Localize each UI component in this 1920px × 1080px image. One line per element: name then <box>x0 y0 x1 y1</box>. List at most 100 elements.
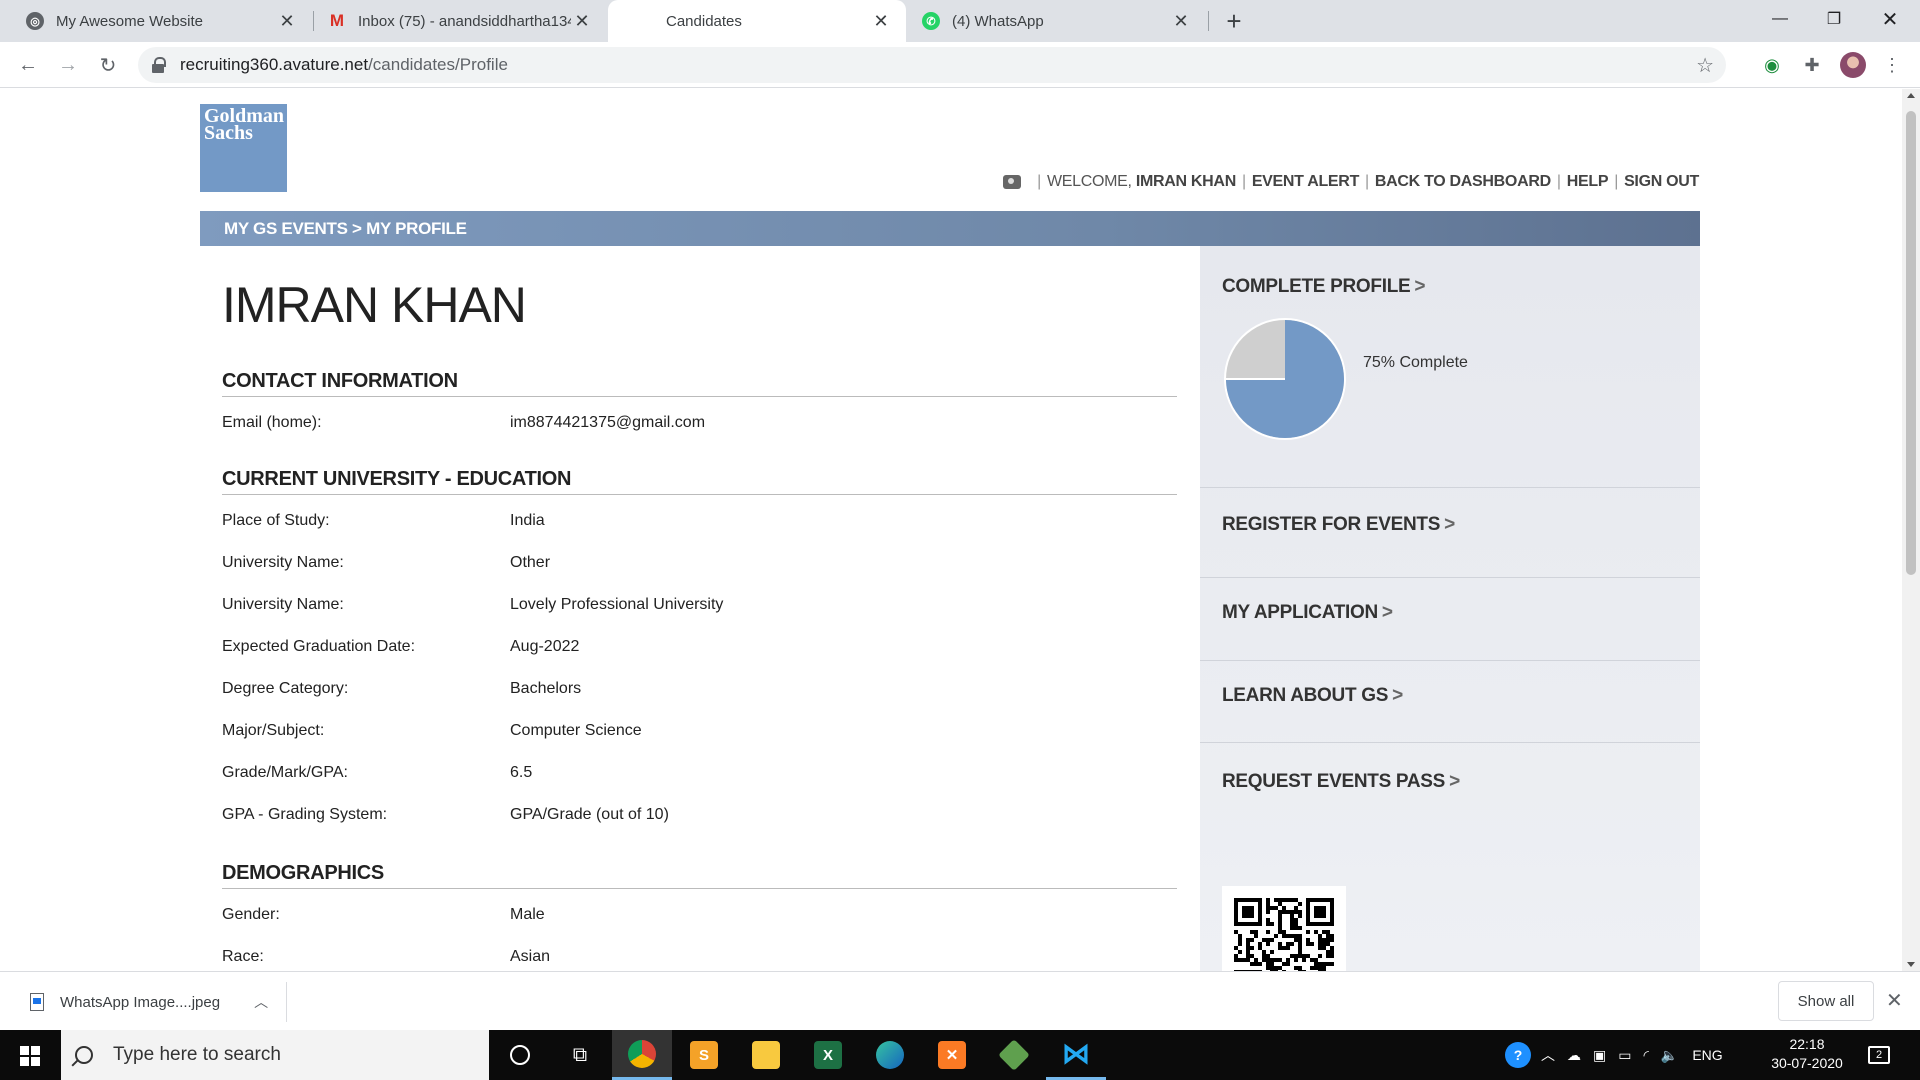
qr-module <box>1270 950 1274 954</box>
camera-icon[interactable] <box>1003 175 1022 189</box>
qr-module <box>1274 934 1278 938</box>
close-icon[interactable]: ✕ <box>571 11 593 32</box>
nav-divider: | <box>1365 173 1369 190</box>
qr-module <box>1310 958 1314 962</box>
close-window-button[interactable]: ✕ <box>1860 0 1920 38</box>
learn-about-gs-link[interactable]: LEARN ABOUT GS > <box>1222 685 1403 707</box>
taskbar-nodejs[interactable] <box>984 1030 1044 1080</box>
qr-module <box>1278 898 1282 902</box>
qr-module <box>1258 942 1262 946</box>
breadcrumb[interactable]: MY GS EVENTS > MY PROFILE <box>200 211 1700 246</box>
taskbar-search[interactable]: Type here to search <box>61 1030 489 1080</box>
field-label: Email (home): <box>222 414 322 431</box>
tab-my-awesome-website[interactable]: ◎ My Awesome Website ✕ <box>12 0 312 42</box>
scroll-up-arrow[interactable] <box>1907 93 1915 98</box>
qr-module <box>1278 958 1282 962</box>
restore-button[interactable]: ❐ <box>1804 0 1864 38</box>
qr-module <box>1306 930 1310 934</box>
profile-avatar[interactable] <box>1840 52 1866 78</box>
qr-module <box>1246 958 1250 962</box>
extensions-puzzle-icon[interactable]: ✚ <box>1800 53 1824 77</box>
taskbar-xampp[interactable]: ✕ <box>922 1030 982 1080</box>
notification-center[interactable]: 2 <box>1868 1030 1890 1080</box>
my-application-link[interactable]: MY APPLICATION > <box>1222 602 1393 624</box>
meet-now-icon[interactable]: ▣ <box>1593 1047 1606 1064</box>
windows-start-icon[interactable] <box>20 1046 40 1066</box>
goldman-sachs-logo[interactable]: Goldman Sachs <box>200 104 287 192</box>
qr-module <box>1330 946 1334 950</box>
scroll-down-arrow[interactable] <box>1907 962 1915 967</box>
chevron-up-icon[interactable]: ︿ <box>1541 1045 1555 1065</box>
register-for-events-link[interactable]: REGISTER FOR EVENTS > <box>1222 514 1455 536</box>
extension-shield-icon[interactable]: ◉ <box>1760 53 1784 77</box>
forward-arrow-icon[interactable]: → <box>52 49 84 81</box>
qr-module <box>1314 966 1318 970</box>
clock-time: 22:18 <box>1789 1036 1825 1052</box>
page-viewport: Goldman Sachs | WELCOME, IMRAN KHAN | EV… <box>0 89 1902 971</box>
tab-whatsapp[interactable]: ✆ (4) WhatsApp ✕ <box>908 0 1206 42</box>
qr-module <box>1318 934 1322 938</box>
event-alert-link[interactable]: EVENT ALERT <box>1252 173 1360 191</box>
help-icon[interactable]: ? <box>1505 1042 1531 1068</box>
qr-module <box>1326 942 1330 946</box>
tab-gmail-inbox[interactable]: M Inbox (75) - anandsiddhartha134 ✕ <box>314 0 607 42</box>
profile-row: Grade/Mark/GPA: 6.5 <box>222 764 1177 782</box>
download-item[interactable]: WhatsApp Image....jpeg ︿ <box>20 982 287 1022</box>
qr-module <box>1262 954 1266 958</box>
taskbar-excel[interactable]: X <box>798 1030 858 1080</box>
chevron-up-icon[interactable]: ︿ <box>254 992 268 1012</box>
qr-module <box>1294 922 1298 926</box>
taskbar-sublime[interactable]: S <box>674 1030 734 1080</box>
close-icon[interactable]: ✕ <box>276 11 298 32</box>
sign-out-link[interactable]: SIGN OUT <box>1624 173 1699 191</box>
scrollbar-thumb[interactable] <box>1906 111 1916 575</box>
qr-module <box>1250 946 1254 950</box>
qr-module <box>1286 934 1290 938</box>
taskbar-vscode[interactable]: ⋈ <box>1046 1030 1106 1080</box>
address-bar[interactable]: recruiting360.avature.net/candidates/Pro… <box>138 47 1726 83</box>
qr-module <box>1290 934 1294 938</box>
onedrive-cloud-icon[interactable]: ☁ <box>1567 1047 1581 1064</box>
profile-sidebar: COMPLETE PROFILE > 75% Complete REGISTER … <box>1200 246 1700 971</box>
sublime-text-icon: S <box>690 1041 718 1069</box>
qr-module <box>1270 958 1274 962</box>
qr-module <box>1266 910 1270 914</box>
globe-icon: ◎ <box>26 12 44 30</box>
taskbar-clock[interactable]: 22:18 30-07-2020 <box>1755 1035 1859 1073</box>
taskbar-chrome[interactable] <box>612 1030 672 1080</box>
link-label: MY APPLICATION <box>1222 602 1378 623</box>
wifi-icon[interactable]: ◜ <box>1643 1047 1648 1064</box>
section-heading-demographics: DEMOGRAPHICS <box>222 862 1177 889</box>
taskbar-explorer[interactable] <box>736 1030 796 1080</box>
qr-module <box>1278 910 1282 914</box>
back-arrow-icon[interactable]: ← <box>12 49 44 81</box>
battery-icon[interactable]: ▭ <box>1618 1047 1631 1064</box>
show-all-button[interactable]: Show all <box>1778 981 1874 1021</box>
bookmark-star-icon[interactable]: ☆ <box>1696 53 1714 78</box>
tab-candidates[interactable]: Candidates ✕ <box>608 0 906 42</box>
close-icon[interactable]: ✕ <box>1170 11 1192 32</box>
new-tab-button[interactable]: + <box>1220 0 1248 42</box>
lock-icon[interactable] <box>152 57 166 73</box>
request-events-pass-link[interactable]: REQUEST EVENTS PASS > <box>1222 771 1460 793</box>
volume-icon[interactable]: 🔈 <box>1661 1047 1678 1064</box>
help-link[interactable]: HELP <box>1567 173 1609 191</box>
task-view-icon[interactable]: ⧉ <box>550 1030 610 1080</box>
cortana-icon[interactable] <box>490 1030 550 1080</box>
language-indicator[interactable]: ENG <box>1692 1047 1722 1063</box>
events-pass-qr-code[interactable] <box>1222 886 1346 971</box>
close-icon[interactable]: ✕ <box>870 11 892 32</box>
page-scrollbar[interactable] <box>1902 89 1920 971</box>
complete-profile-link[interactable]: COMPLETE PROFILE > <box>1222 276 1425 298</box>
close-icon[interactable]: ✕ <box>1886 988 1903 1013</box>
field-value: GPA/Grade (out of 10) <box>510 806 669 823</box>
kebab-menu-icon[interactable]: ⋮ <box>1880 53 1904 77</box>
profile-row: GPA - Grading System: GPA/Grade (out of … <box>222 806 1177 824</box>
minimize-button[interactable]: — <box>1750 0 1810 38</box>
search-icon <box>75 1046 93 1064</box>
profile-row: Place of Study: India <box>222 512 1177 530</box>
back-to-dashboard-link[interactable]: BACK TO DASHBOARD <box>1375 173 1551 191</box>
taskbar-edge[interactable] <box>860 1030 920 1080</box>
qr-module <box>1250 930 1254 934</box>
reload-icon[interactable]: ↻ <box>92 49 124 81</box>
